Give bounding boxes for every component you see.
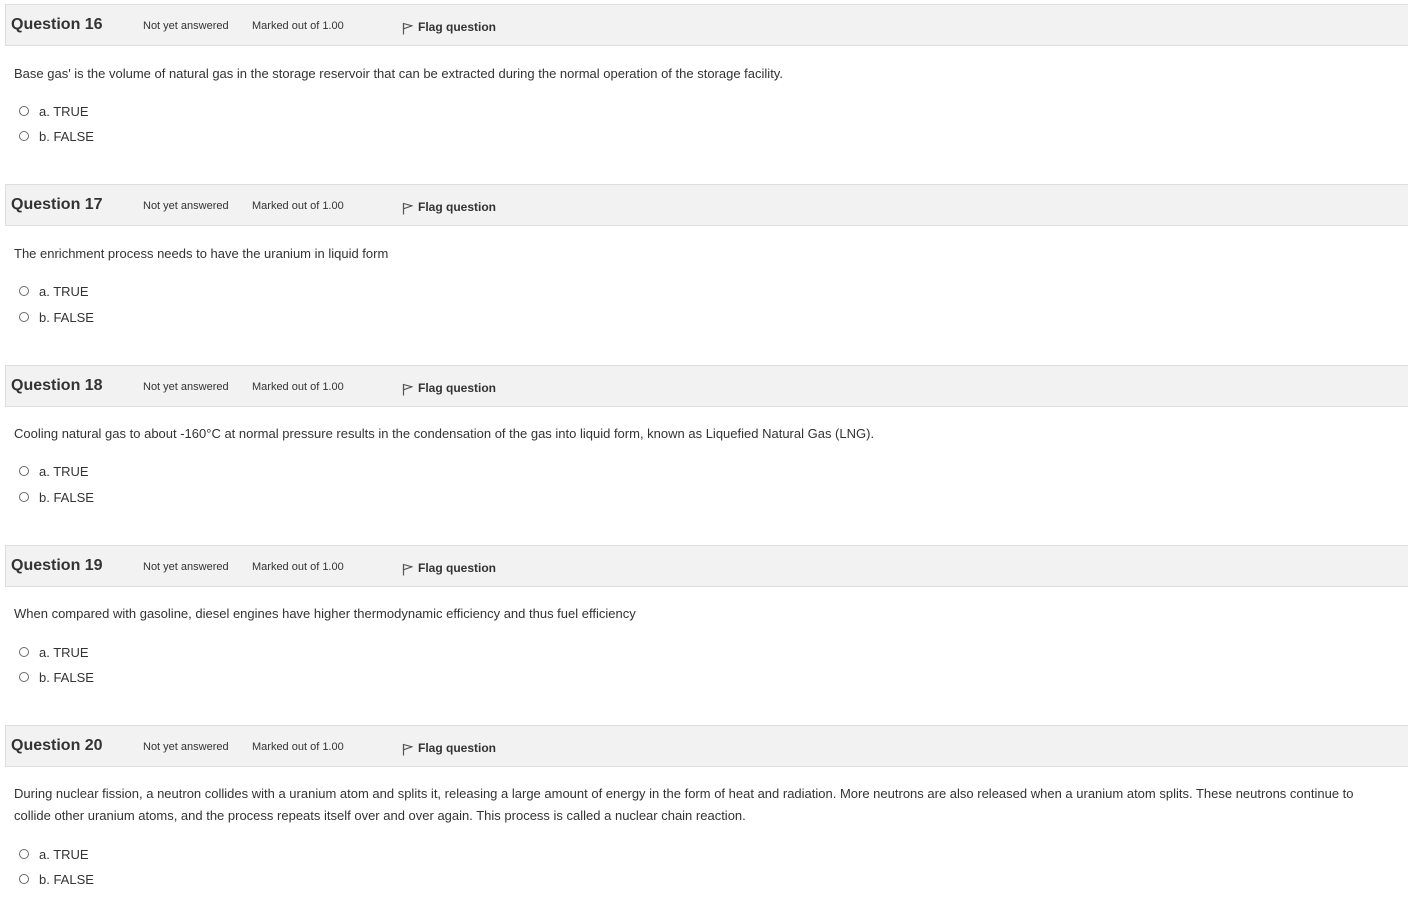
radio-button[interactable] bbox=[19, 874, 29, 884]
quiz-page: Question 16 Not yet answered Marked out … bbox=[0, 0, 1408, 909]
answer-label: a. TRUE bbox=[39, 103, 89, 119]
question-text: The enrichment process needs to have the… bbox=[14, 246, 389, 261]
question-grade: Marked out of 1.00 bbox=[252, 20, 344, 32]
flag-question-label: Flag question bbox=[418, 741, 496, 755]
flag-icon bbox=[402, 202, 413, 215]
answer-label: a. TRUE bbox=[39, 644, 89, 660]
radio-button[interactable] bbox=[19, 849, 29, 859]
flag-question-button[interactable]: Flag question bbox=[402, 19, 496, 35]
answer-option-false[interactable]: b. FALSE bbox=[19, 308, 94, 326]
radio-button[interactable] bbox=[19, 647, 29, 657]
answer-option-true[interactable]: a. TRUE bbox=[19, 462, 89, 480]
radio-button[interactable] bbox=[19, 106, 29, 116]
question-grade: Marked out of 1.00 bbox=[252, 381, 344, 393]
answer-option-false[interactable]: b. FALSE bbox=[19, 488, 94, 506]
flag-icon bbox=[402, 22, 413, 35]
question-state: Not yet answered bbox=[143, 200, 229, 212]
question-grade: Marked out of 1.00 bbox=[252, 741, 344, 753]
answer-label: b. FALSE bbox=[39, 669, 94, 685]
question-header: Question 16 Not yet answered Marked out … bbox=[5, 4, 1408, 46]
answer-option-false[interactable]: b. FALSE bbox=[19, 870, 94, 888]
radio-button[interactable] bbox=[19, 466, 29, 476]
flag-question-button[interactable]: Flag question bbox=[402, 380, 496, 396]
flag-question-label: Flag question bbox=[418, 381, 496, 395]
question-18: Question 18 Not yet answered Marked out … bbox=[5, 365, 1408, 505]
question-number: Question 20 bbox=[11, 737, 103, 754]
question-state: Not yet answered bbox=[143, 741, 229, 753]
answer-option-true[interactable]: a. TRUE bbox=[19, 102, 89, 120]
question-number: Question 16 bbox=[11, 16, 103, 33]
question-text: Cooling natural gas to about -160°C at n… bbox=[14, 426, 875, 441]
radio-button[interactable] bbox=[19, 672, 29, 682]
question-grade: Marked out of 1.00 bbox=[252, 561, 344, 573]
question-text: When compared with gasoline, diesel engi… bbox=[14, 606, 636, 621]
flag-icon bbox=[402, 563, 413, 576]
radio-button[interactable] bbox=[19, 492, 29, 502]
question-17: Question 17 Not yet answered Marked out … bbox=[5, 184, 1408, 325]
flag-question-label: Flag question bbox=[418, 561, 496, 575]
question-state: Not yet answered bbox=[143, 20, 229, 32]
question-header: Question 17 Not yet answered Marked out … bbox=[5, 184, 1408, 226]
radio-button[interactable] bbox=[19, 312, 29, 322]
question-grade: Marked out of 1.00 bbox=[252, 200, 344, 212]
flag-question-button[interactable]: Flag question bbox=[402, 199, 496, 215]
question-16: Question 16 Not yet answered Marked out … bbox=[5, 4, 1408, 144]
flag-icon bbox=[402, 383, 413, 396]
question-header: Question 18 Not yet answered Marked out … bbox=[5, 365, 1408, 407]
question-19: Question 19 Not yet answered Marked out … bbox=[5, 545, 1408, 685]
answer-option-false[interactable]: b. FALSE bbox=[19, 127, 94, 145]
answer-label: b. FALSE bbox=[39, 128, 94, 144]
question-header: Question 19 Not yet answered Marked out … bbox=[5, 545, 1408, 587]
flag-question-label: Flag question bbox=[418, 200, 496, 214]
answer-option-true[interactable]: a. TRUE bbox=[19, 845, 89, 863]
question-number: Question 19 bbox=[11, 557, 103, 574]
answer-option-false[interactable]: b. FALSE bbox=[19, 668, 94, 686]
answer-label: a. TRUE bbox=[39, 283, 89, 299]
question-header: Question 20 Not yet answered Marked out … bbox=[5, 725, 1408, 767]
answer-label: b. FALSE bbox=[39, 489, 94, 505]
question-state: Not yet answered bbox=[143, 561, 229, 573]
answer-label: b. FALSE bbox=[39, 309, 94, 325]
answer-label: a. TRUE bbox=[39, 463, 89, 479]
question-number: Question 17 bbox=[11, 196, 103, 213]
answer-label: b. FALSE bbox=[39, 871, 94, 887]
question-number: Question 18 bbox=[11, 377, 103, 394]
question-text: Base gas' is the volume of natural gas i… bbox=[14, 66, 783, 81]
answer-label: a. TRUE bbox=[39, 846, 89, 862]
answer-option-true[interactable]: a. TRUE bbox=[19, 643, 89, 661]
answer-option-true[interactable]: a. TRUE bbox=[19, 282, 89, 300]
flag-question-label: Flag question bbox=[418, 20, 496, 34]
question-20: Question 20 Not yet answered Marked out … bbox=[5, 725, 1408, 887]
flag-icon bbox=[402, 743, 413, 756]
radio-button[interactable] bbox=[19, 131, 29, 141]
radio-button[interactable] bbox=[19, 286, 29, 296]
question-text: During nuclear fission, a neutron collid… bbox=[14, 786, 1354, 823]
flag-question-button[interactable]: Flag question bbox=[402, 740, 496, 756]
question-state: Not yet answered bbox=[143, 381, 229, 393]
flag-question-button[interactable]: Flag question bbox=[402, 560, 496, 576]
